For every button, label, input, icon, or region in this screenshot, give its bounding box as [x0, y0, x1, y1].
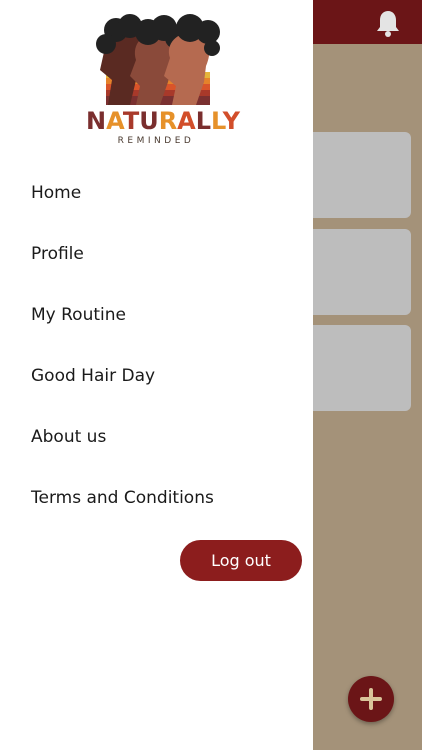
- logo-subtitle: REMINDED: [117, 136, 195, 146]
- content-card[interactable]: [300, 132, 411, 218]
- content-card[interactable]: [300, 325, 411, 411]
- logo-letter: U: [139, 107, 159, 135]
- logo-letter: A: [106, 107, 123, 135]
- plus-icon: [360, 688, 382, 710]
- menu-item-my-routine[interactable]: My Routine: [0, 285, 313, 346]
- logo-letter: N: [86, 107, 107, 135]
- logo-title: NATURALLY: [86, 107, 240, 135]
- add-button[interactable]: [348, 676, 394, 722]
- logo-letter: L: [195, 107, 212, 135]
- bell-icon[interactable]: [375, 9, 401, 37]
- menu-item-home[interactable]: Home: [0, 163, 313, 224]
- logo-letter: A: [177, 107, 196, 135]
- navigation-drawer: NATURALLY REMINDED Home Profile My Routi…: [0, 0, 313, 750]
- logo-letter: T: [122, 107, 140, 135]
- drawer-menu: Home Profile My Routine Good Hair Day Ab…: [0, 163, 313, 529]
- logo-letter: R: [158, 107, 178, 135]
- logout-button[interactable]: Log out: [180, 540, 302, 581]
- logo-letter: Y: [222, 107, 240, 135]
- app-logo: NATURALLY REMINDED: [86, 12, 240, 152]
- menu-item-good-hair-day[interactable]: Good Hair Day: [0, 346, 313, 407]
- menu-item-profile[interactable]: Profile: [0, 224, 313, 285]
- logo-letter: L: [211, 107, 223, 135]
- logo-illustration: [96, 14, 220, 105]
- menu-item-about-us[interactable]: About us: [0, 407, 313, 468]
- content-card[interactable]: [300, 229, 411, 315]
- menu-item-terms[interactable]: Terms and Conditions: [0, 468, 313, 529]
